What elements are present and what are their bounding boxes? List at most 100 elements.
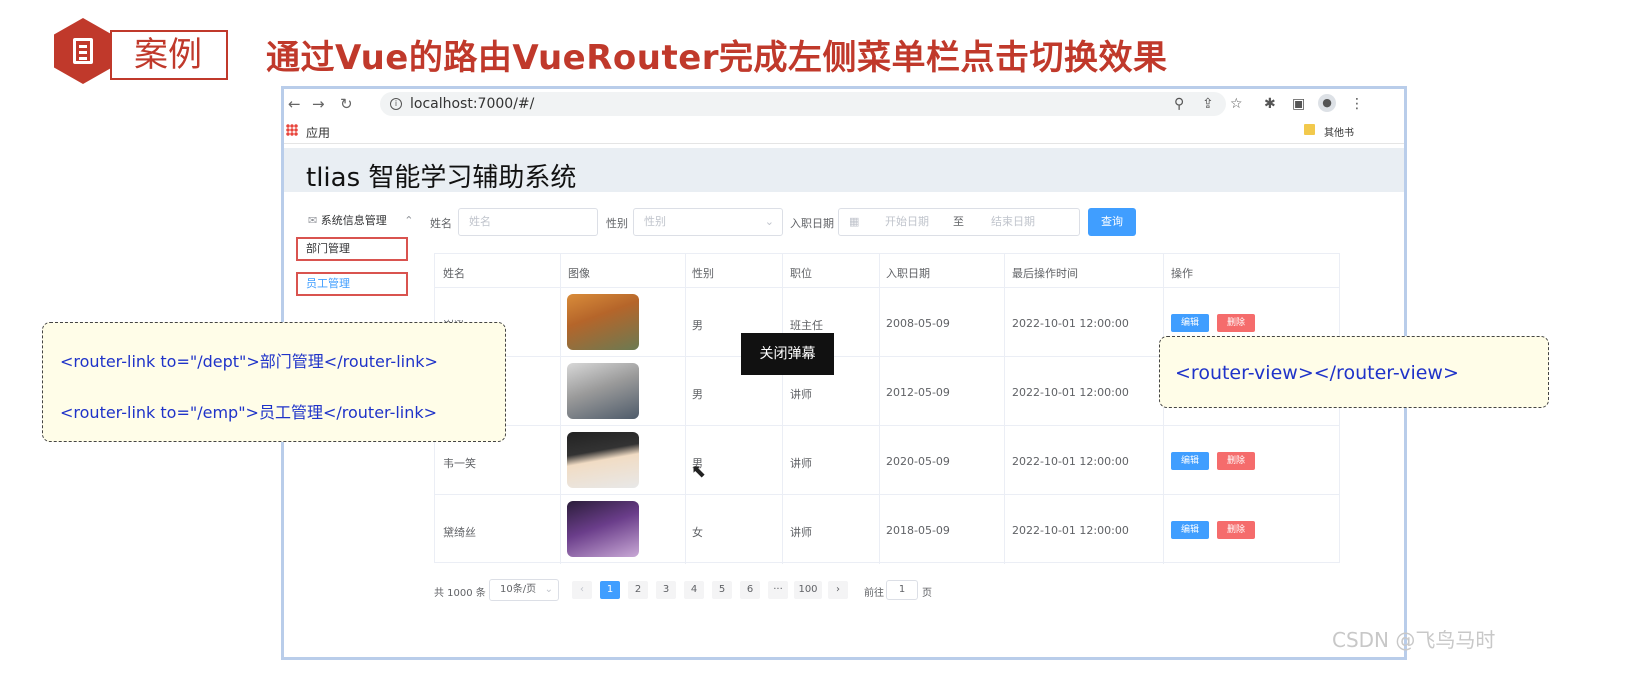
col-header-job: 职位 — [790, 267, 812, 280]
name-input[interactable]: 姓名 — [458, 208, 598, 236]
page-unit-label: 页 — [922, 588, 932, 599]
forward-icon[interactable]: → — [312, 95, 325, 113]
menu-item-dept[interactable]: 部门管理 — [296, 237, 408, 261]
col-header-gender: 性别 — [692, 267, 714, 280]
menu-group-header[interactable]: ✉ 系统信息管理 ⌃ — [308, 212, 413, 228]
cell-gender: 男 — [692, 319, 703, 332]
case-hex-icon — [54, 18, 112, 84]
router-link-emp-code: <router-link to="/emp">员工管理</router-link… — [60, 403, 438, 422]
prev-page-icon[interactable]: ‹ — [572, 581, 592, 599]
delete-button[interactable]: 删除 — [1217, 314, 1255, 332]
url-field[interactable]: i localhost:7000/#/ — [380, 92, 1226, 116]
cell-gender: 男 — [692, 388, 703, 401]
col-header-name: 姓名 — [443, 267, 465, 280]
gender-placeholder: 性别 — [644, 215, 666, 228]
end-date-placeholder: 结束日期 — [991, 215, 1035, 228]
gender-label: 性别 — [606, 217, 628, 230]
name-label: 姓名 — [430, 217, 452, 230]
extensions-icon[interactable]: ✱ — [1264, 96, 1276, 112]
cell-gender: 女 — [692, 526, 703, 539]
share-icon[interactable]: ⇪ — [1202, 96, 1214, 112]
case-badge: 案例 — [110, 30, 228, 80]
address-bar-row: ← → ↻ i localhost:7000/#/ ⚲ ⇪ ☆ ✱ ▣ ● ⋮ — [284, 89, 1404, 119]
delete-button[interactable]: 删除 — [1217, 452, 1255, 470]
delete-button[interactable]: 删除 — [1217, 521, 1255, 539]
page-1[interactable]: 1 — [600, 581, 620, 599]
page-3[interactable]: 3 — [656, 581, 676, 599]
cell-name: 韦一笑 — [443, 457, 476, 470]
reload-icon[interactable]: ↻ — [340, 95, 353, 113]
table-row: 韦一笑 男 讲师 2020-05-09 2022-10-01 12:00:00 … — [435, 426, 1339, 495]
col-header-updated: 最后操作时间 — [1012, 267, 1078, 280]
apps-grid-icon[interactable] — [286, 124, 298, 136]
cell-updated: 2022-10-01 12:00:00 — [1012, 317, 1129, 330]
side-panel-icon[interactable]: ▣ — [1292, 96, 1305, 112]
start-date-placeholder: 开始日期 — [885, 215, 929, 228]
edit-button[interactable]: 编辑 — [1171, 452, 1209, 470]
chevron-down-icon: ⌄ — [764, 215, 774, 228]
date-range-picker[interactable]: ▦ 开始日期 至 结束日期 — [838, 208, 1080, 236]
cell-entry-date: 2012-05-09 — [886, 386, 950, 399]
cell-updated: 2022-10-01 12:00:00 — [1012, 455, 1129, 468]
employee-avatar — [567, 294, 639, 350]
url-text: localhost:7000/#/ — [410, 96, 535, 112]
watermark: CSDN @飞鸟马时 — [1332, 628, 1496, 652]
range-separator: 至 — [953, 215, 964, 228]
bookmark-apps[interactable]: 应用 — [306, 124, 330, 141]
page-ellipsis[interactable]: ··· — [768, 581, 788, 599]
close-danmaku-button[interactable]: 关闭弹幕 — [741, 333, 834, 375]
page-2[interactable]: 2 — [628, 581, 648, 599]
calendar-icon: ▦ — [849, 215, 860, 228]
page-4[interactable]: 4 — [684, 581, 704, 599]
cell-entry-date: 2020-05-09 — [886, 455, 950, 468]
employee-avatar — [567, 363, 639, 419]
cell-entry-date: 2008-05-09 — [886, 317, 950, 330]
info-icon[interactable]: i — [390, 98, 402, 110]
cell-name: 黛绮丝 — [443, 526, 476, 539]
slide-title: 通过Vue的路由VueRouter完成左侧菜单栏点击切换效果 — [266, 38, 1168, 78]
bookmark-other[interactable]: 其他书 — [1324, 124, 1354, 139]
goto-label: 前往 — [864, 588, 884, 599]
router-link-note: <router-link to="/dept">部门管理</router-lin… — [42, 322, 506, 442]
router-view-note: <router-view></router-view> — [1159, 336, 1549, 408]
employee-avatar — [567, 501, 639, 557]
menu-item-emp[interactable]: 员工管理 — [296, 272, 408, 296]
col-header-actions: 操作 — [1171, 267, 1193, 280]
query-button[interactable]: 查询 — [1088, 208, 1136, 236]
employee-avatar — [567, 432, 639, 488]
router-view-code: <router-view></router-view> — [1175, 362, 1459, 384]
page-100[interactable]: 100 — [794, 581, 822, 599]
app-title: tlias 智能学习辅助系统 — [306, 163, 577, 193]
bookmark-star-icon[interactable]: ☆ — [1230, 96, 1243, 112]
goto-input[interactable]: 1 — [886, 580, 918, 600]
table-header-row: 姓名 图像 性别 职位 入职日期 最后操作时间 操作 — [435, 254, 1339, 288]
bookmarks-bar: 应用 其他书 — [284, 120, 1404, 144]
page-6[interactable]: 6 — [740, 581, 760, 599]
router-link-dept-code: <router-link to="/dept">部门管理</router-lin… — [60, 352, 438, 371]
col-header-image: 图像 — [568, 267, 590, 280]
mail-icon: ✉ — [308, 214, 318, 227]
menu-group-label: 系统信息管理 — [320, 214, 387, 227]
zoom-icon[interactable]: ⚲ — [1174, 96, 1184, 112]
cell-job: 班主任 — [790, 319, 823, 332]
edit-button[interactable]: 编辑 — [1171, 521, 1209, 539]
profile-icon[interactable]: ● — [1318, 94, 1336, 112]
menu-icon[interactable]: ⋮ — [1350, 96, 1364, 112]
gender-select[interactable]: 性别 ⌄ — [633, 208, 783, 236]
cell-job: 讲师 — [790, 388, 812, 401]
cell-updated: 2022-10-01 12:00:00 — [1012, 386, 1129, 399]
back-icon[interactable]: ← — [288, 95, 301, 113]
col-header-entry: 入职日期 — [886, 267, 930, 280]
next-page-icon[interactable]: › — [828, 581, 848, 599]
page-size-select[interactable]: 10条/页 ⌄ — [489, 579, 559, 601]
total-count: 共 1000 条 — [434, 588, 486, 599]
cell-job: 讲师 — [790, 526, 812, 539]
cursor-icon: ⬉ — [691, 461, 707, 482]
page-5[interactable]: 5 — [712, 581, 732, 599]
edit-button[interactable]: 编辑 — [1171, 314, 1209, 332]
cell-entry-date: 2018-05-09 — [886, 524, 950, 537]
cell-updated: 2022-10-01 12:00:00 — [1012, 524, 1129, 537]
date-label: 入职日期 — [790, 217, 834, 230]
cell-job: 讲师 — [790, 457, 812, 470]
chevron-up-icon: ⌃ — [404, 214, 414, 227]
